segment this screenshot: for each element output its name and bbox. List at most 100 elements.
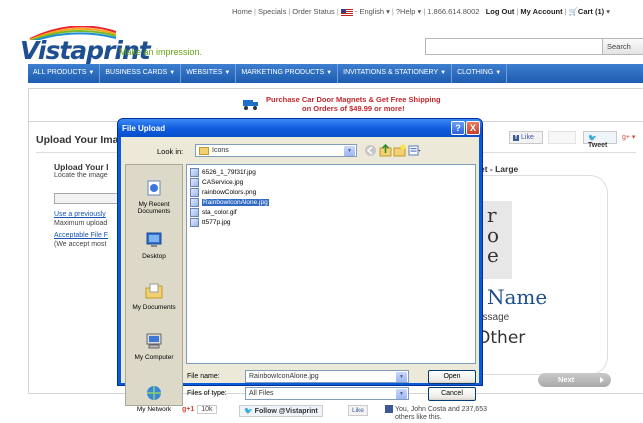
- file-name-label: File name:: [187, 373, 220, 380]
- twitter-icon: 🐦: [244, 408, 253, 415]
- file-item[interactable]: rainbowColors.png: [190, 188, 256, 197]
- card-name-text: Name: [487, 285, 548, 309]
- cart-icon: 🛒: [568, 7, 578, 16]
- facebook-like-button[interactable]: f Like: [509, 131, 543, 144]
- vistaprint-logo[interactable]: Vistaprint Make an impression.: [20, 26, 220, 66]
- desktop-icon: [146, 232, 162, 247]
- file-type-dropdown[interactable]: All Files ▼: [245, 387, 409, 400]
- chevron-down-icon[interactable]: ▼: [396, 389, 407, 399]
- dialog-body: Look in: Icons ▼ My Recent Documents Des…: [121, 137, 479, 413]
- image-file-icon: [190, 188, 199, 197]
- like-count-box: [548, 131, 576, 144]
- file-list[interactable]: 6526_1_79f31f.jpg CAService.jpg rainbowC…: [186, 164, 476, 364]
- logout-link[interactable]: Log Out: [486, 7, 515, 16]
- new-folder-icon[interactable]: [393, 144, 406, 157]
- locate-image-text: Locate the image: [54, 172, 108, 179]
- phone-number: 1.866.614.8002: [427, 7, 480, 16]
- place-my-network[interactable]: My Network: [126, 384, 182, 413]
- nav-all-products[interactable]: ALL PRODUCTS ▼: [28, 64, 101, 83]
- file-item[interactable]: tt577p.jpg: [190, 218, 231, 227]
- file-name-input[interactable]: RainbowIconAlone.jpg ▼: [245, 370, 409, 383]
- promo-line-2: on Orders of $49.99 or more!: [302, 104, 405, 113]
- open-button[interactable]: Open: [428, 370, 476, 384]
- product-size-label: et - Large: [480, 164, 519, 174]
- file-item[interactable]: CAService.jpg: [190, 178, 243, 187]
- file-item[interactable]: sta_color.gif: [190, 208, 237, 217]
- facebook-icon: f: [513, 135, 519, 141]
- home-link[interactable]: Home: [232, 7, 252, 16]
- promo-line-1: Purchase Car Door Magnets & Get Free Shi…: [266, 95, 441, 104]
- image-file-icon: [190, 208, 199, 217]
- image-file-icon: [190, 168, 199, 177]
- nav-invitations-stationery[interactable]: INVITATIONS & STATIONERY ▼: [338, 64, 453, 83]
- image-file-icon: [190, 198, 199, 207]
- dialog-titlebar[interactable]: File Upload ? X: [118, 119, 482, 137]
- up-folder-icon[interactable]: [379, 144, 392, 157]
- upload-instructions: Use a previously Maximum upload Acceptab…: [54, 211, 108, 249]
- nav-business-cards[interactable]: BUSINESS CARDS ▼: [100, 64, 182, 83]
- tagline: Make an impression.: [119, 47, 203, 57]
- file-type-label: Files of type:: [187, 390, 227, 397]
- image-file-icon: [190, 218, 199, 227]
- use-previous-link[interactable]: Use a previously: [54, 211, 108, 220]
- chevron-down-icon[interactable]: ▼: [344, 146, 355, 156]
- help-link[interactable]: Help: [400, 7, 415, 16]
- like-summary: You, John Costa and 237,653 others like …: [385, 405, 487, 422]
- look-in-label: Look in:: [157, 147, 184, 156]
- cart-link[interactable]: Cart (1): [578, 7, 604, 16]
- acceptable-formats-link[interactable]: Acceptable File F: [54, 232, 108, 241]
- dialog-title: File Upload: [122, 124, 166, 133]
- view-menu-icon[interactable]: [408, 144, 421, 157]
- folder-icon: [199, 147, 209, 155]
- file-item[interactable]: 6526_1_79f31f.jpg: [190, 168, 256, 177]
- card-photo-placeholder: r o e: [479, 201, 512, 279]
- card-other-text: Other: [477, 328, 526, 348]
- us-flag-icon: [340, 8, 353, 16]
- footer-like-button[interactable]: Like: [348, 405, 368, 416]
- place-desktop[interactable]: Desktop: [126, 231, 182, 260]
- place-recent-documents[interactable]: My Recent Documents: [126, 179, 182, 215]
- promo-banner[interactable]: Purchase Car Door Magnets & Get Free Shi…: [266, 95, 441, 113]
- specials-link[interactable]: Specials: [258, 7, 286, 16]
- file-path-input[interactable]: [54, 193, 124, 204]
- tweet-button[interactable]: 🐦 Tweet: [583, 131, 617, 149]
- chevron-down-icon[interactable]: ▼: [396, 372, 407, 382]
- accept-most-text: (We accept most: [54, 240, 107, 248]
- page-title: Upload Your Ima: [36, 134, 119, 146]
- order-status-link[interactable]: Order Status: [292, 7, 335, 16]
- upload-subheading: Upload Your I: [54, 162, 109, 172]
- image-file-icon: [190, 178, 199, 187]
- recent-documents-icon: [147, 180, 161, 196]
- nav-clothing[interactable]: CLOTHING ▼: [452, 64, 508, 83]
- look-in-dropdown[interactable]: Icons ▼: [195, 144, 357, 157]
- help-button[interactable]: ?: [451, 121, 465, 135]
- search-input[interactable]: [425, 38, 603, 55]
- truck-icon: [243, 100, 258, 110]
- nav-marketing-products[interactable]: MARKETING PRODUCTS ▼: [236, 64, 339, 83]
- nav-websites[interactable]: WEBSITES ▼: [181, 64, 237, 83]
- footer-gplus-button[interactable]: g+1 10k: [182, 405, 217, 414]
- top-links-bar: Home | Specials | Order Status | - English ▾ |…: [232, 7, 611, 16]
- google-plus-button[interactable]: g+ ▾: [621, 131, 641, 144]
- place-my-documents[interactable]: My Documents: [126, 282, 182, 311]
- place-my-computer[interactable]: My Computer: [126, 332, 182, 361]
- close-button[interactable]: X: [466, 121, 480, 135]
- my-computer-icon: [146, 333, 162, 349]
- places-bar: My Recent Documents Desktop My Documents…: [125, 164, 183, 413]
- my-documents-icon: [145, 283, 163, 299]
- file-item-selected[interactable]: RainbowIconAlone.jpg: [190, 198, 269, 207]
- max-upload-text: Maximum upload: [54, 219, 108, 227]
- footer-social: g+1 10k 🐦 Follow @Vistaprint Like You, Jo…: [0, 405, 643, 423]
- next-button[interactable]: Next: [538, 373, 611, 387]
- file-upload-dialog: File Upload ? X Look in: Icons ▼ My Rece…: [117, 118, 483, 413]
- twitter-icon: 🐦: [588, 135, 597, 142]
- follow-twitter-button[interactable]: 🐦 Follow @Vistaprint: [239, 405, 323, 417]
- gplus-count: 10k: [197, 405, 217, 414]
- back-icon[interactable]: [364, 144, 377, 157]
- language-selector[interactable]: - English: [355, 7, 384, 16]
- cancel-button[interactable]: Cancel: [428, 387, 476, 401]
- facebook-icon: [385, 405, 393, 413]
- main-nav: ALL PRODUCTS ▼ BUSINESS CARDS ▼ WEBSITES ▼ MAR…: [28, 64, 643, 83]
- search-button[interactable]: Search: [603, 38, 643, 55]
- my-account-link[interactable]: My Account: [520, 7, 562, 16]
